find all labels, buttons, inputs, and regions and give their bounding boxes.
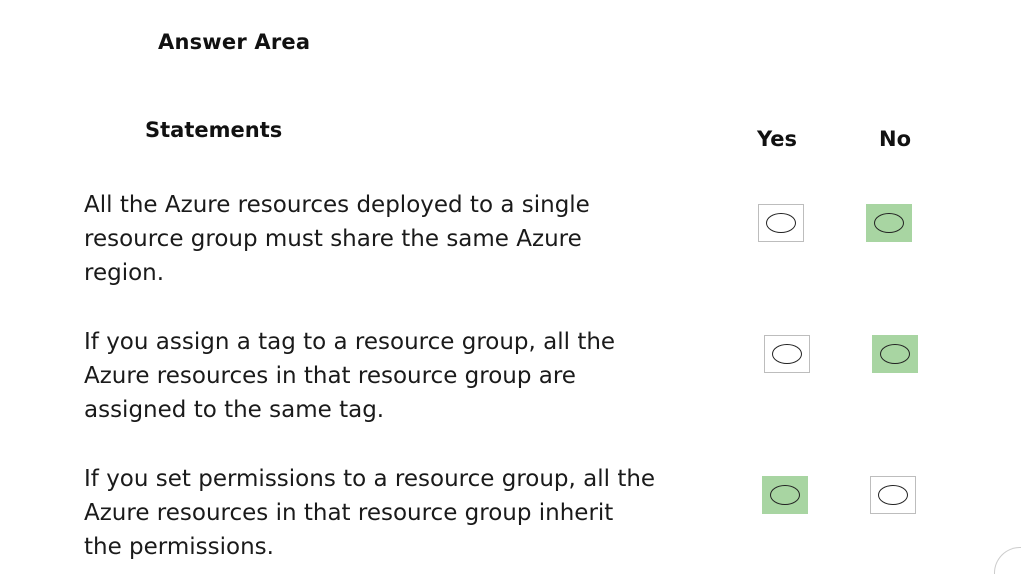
statement-text: If you assign a tag to a resource group,… (84, 329, 616, 423)
radio-circle-icon (770, 485, 800, 505)
radio-circle-icon (874, 213, 904, 233)
statement-text: All the Azure resources deployed to a si… (84, 192, 590, 286)
no-option-1[interactable] (866, 204, 912, 242)
yes-option-2[interactable] (764, 335, 810, 373)
yes-column-heading: Yes (757, 127, 798, 151)
radio-circle-icon (878, 485, 908, 505)
yes-option-3[interactable] (762, 476, 808, 514)
statement-row-1: All the Azure resources deployed to a si… (0, 188, 1021, 298)
yes-option-1[interactable] (758, 204, 804, 242)
statement-row-2: If you assign a tag to a resource group,… (0, 325, 1021, 435)
statements-heading: Statements (145, 118, 283, 142)
statement-row-3: If you set permissions to a resource gro… (0, 462, 1021, 572)
radio-circle-icon (766, 213, 796, 233)
no-option-2[interactable] (872, 335, 918, 373)
statement-text: If you set permissions to a resource gro… (84, 466, 656, 560)
no-column-heading: No (879, 127, 912, 151)
no-option-3[interactable] (870, 476, 916, 514)
radio-circle-icon (772, 344, 802, 364)
answer-area-title: Answer Area (158, 30, 311, 54)
radio-circle-icon (880, 344, 910, 364)
